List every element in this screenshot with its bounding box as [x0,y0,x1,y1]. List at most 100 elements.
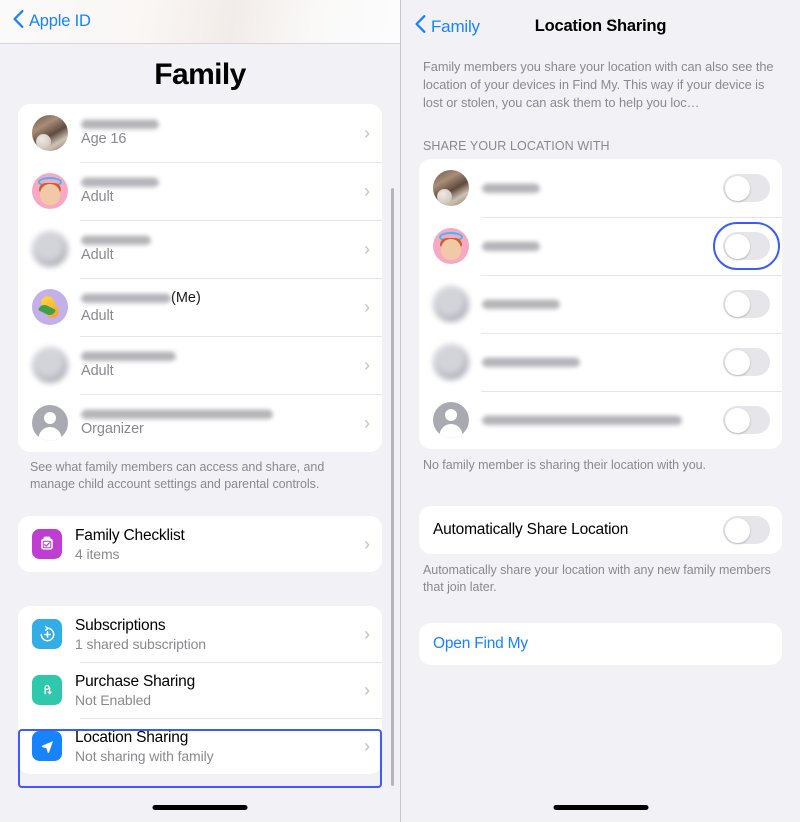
row-separator [481,333,782,335]
back-to-family-button[interactable]: Family [415,15,480,38]
share-location-toggle[interactable] [723,406,770,435]
share-location-row[interactable] [419,159,782,217]
back-to-apple-id-button[interactable]: Apple ID [13,10,91,33]
left-scrollbar[interactable] [391,188,394,786]
member-name-redacted [81,235,151,245]
chevron-left-icon [415,15,426,38]
location-arrow-icon [32,731,62,762]
family-members-card: Age 16 › Adult › Adult › (Me) Adult › Ad… [18,104,382,452]
member-role: Age 16 [81,130,127,147]
family-checklist-card: Family Checklist 4 items › [18,516,382,573]
row-separator [481,275,782,277]
purchase-sharing-row[interactable]: Purchase Sharing Not Enabled › [18,662,382,718]
purchase-sharing-title: Purchase Sharing [75,672,196,690]
auto-share-toggle[interactable] [723,516,770,545]
chevron-right-icon: › [364,624,370,645]
member-info: Adult [81,177,159,205]
purchase-sharing-info: Purchase Sharing Not Enabled [75,673,195,708]
family-services-card: Subscriptions 1 shared subscription › Pu… [18,606,382,775]
chevron-right-icon: › [364,123,370,143]
open-find-my-card: Open Find My [419,623,782,666]
left-navigation-bar: Apple ID [0,0,400,44]
member-role: Adult [81,246,114,263]
family-member-row[interactable]: Adult › [18,336,382,394]
family-member-row[interactable]: (Me) Adult › [18,278,382,336]
row-separator [80,278,382,279]
member-info: (Me) Adult [81,290,201,324]
auto-share-footnote: Automatically share your location with a… [423,563,771,594]
back-label: Apple ID [29,12,91,30]
auto-share-row[interactable]: Automatically Share Location [419,506,782,554]
subscriptions-subtitle: 1 shared subscription [75,635,206,652]
chevron-right-icon: › [364,181,370,201]
family-members-footnote: See what family members can access and s… [30,460,325,491]
chevron-right-icon: › [364,736,370,757]
location-sharing-subtitle: Not sharing with family [75,747,214,764]
family-member-row[interactable]: Organizer › [18,394,382,452]
row-separator [481,391,782,393]
row-separator [80,662,382,664]
avatar [433,228,469,265]
chevron-left-icon [13,10,24,33]
subscriptions-title: Subscriptions [75,616,166,634]
share-location-row[interactable] [419,333,782,391]
left-phone-panel: Apple ID Family Age 16 › Adult › Adult ›… [0,0,400,822]
family-member-row[interactable]: Adult › [18,220,382,278]
family-checklist-row[interactable]: Family Checklist 4 items › [18,516,382,572]
family-member-row[interactable]: Adult › [18,162,382,220]
clipboard-check-icon [32,529,62,560]
member-info: Age 16 [81,119,159,147]
avatar [32,289,68,325]
open-find-my-row[interactable]: Open Find My [419,623,782,665]
row-separator [80,394,382,395]
chevron-right-icon: › [364,534,370,555]
back-label: Family [431,16,480,36]
member-role: Adult [81,362,114,379]
share-location-row[interactable] [419,217,782,275]
share-location-toggle[interactable] [723,174,770,203]
share-location-toggle[interactable] [713,222,780,271]
subscriptions-row[interactable]: Subscriptions 1 shared subscription › [18,606,382,662]
location-sharing-row[interactable]: Location Sharing Not sharing with family… [18,718,382,774]
right-phone-panel: Family Location Sharing Family members y… [400,0,800,822]
member-info: Adult [81,351,176,379]
dual-phone-screenshot: Apple ID Family Age 16 › Adult › Adult ›… [0,0,800,822]
share-location-toggle[interactable] [723,290,770,319]
row-separator [481,217,782,219]
share-location-footnote: No family member is sharing their locati… [423,458,706,473]
member-role: Organizer [81,420,144,437]
member-name-suffix: (Me) [171,290,201,306]
location-sharing-info: Location Sharing Not sharing with family [75,729,214,764]
subscriptions-icon [32,619,62,650]
member-name-redacted [482,357,580,367]
checklist-info: Family Checklist 4 items [75,527,185,562]
member-name-redacted [81,409,273,419]
row-separator [80,220,382,221]
member-name-redacted [482,241,540,251]
family-member-row[interactable]: Age 16 › [18,104,382,162]
share-location-toggle[interactable] [723,348,770,377]
share-location-row[interactable] [419,275,782,333]
avatar [32,231,68,267]
avatar [32,347,68,383]
share-location-row[interactable] [419,391,782,449]
chevron-right-icon: › [364,413,370,433]
auto-share-card: Automatically Share Location [419,506,782,555]
member-name-redacted [482,415,682,425]
row-separator [80,718,382,720]
chevron-right-icon: › [364,297,370,317]
chevron-right-icon: › [364,355,370,375]
avatar [32,405,68,441]
home-indicator [152,805,248,810]
row-separator [80,162,382,163]
subscriptions-info: Subscriptions 1 shared subscription [75,617,206,652]
location-sharing-description: Family members you share your location w… [423,59,774,111]
member-name-redacted [482,299,560,309]
member-role: Adult [81,308,114,324]
auto-share-label: Automatically Share Location [433,521,629,539]
page-title: Family [154,58,246,91]
member-info: Organizer [81,409,273,437]
share-location-card [419,159,782,450]
member-role: Adult [81,188,114,205]
checklist-title: Family Checklist [75,526,185,544]
